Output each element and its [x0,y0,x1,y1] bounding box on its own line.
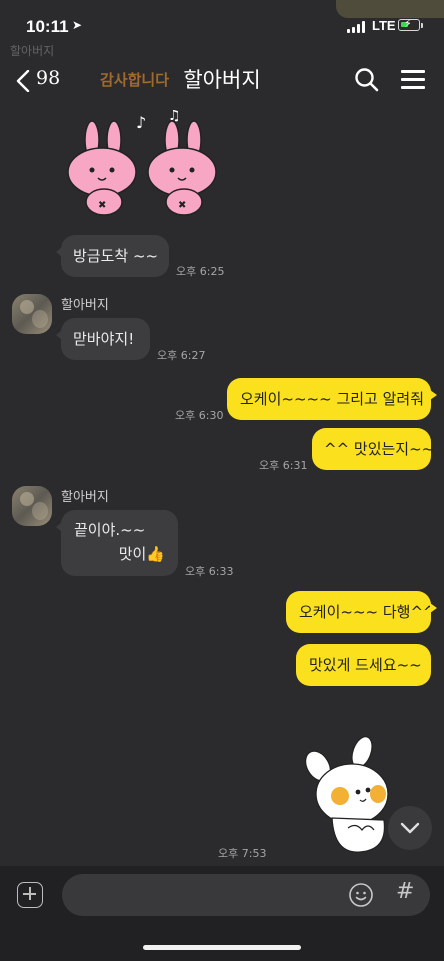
hash-button[interactable]: # [396,879,414,904]
chat-header: 할아버지 98 감사합니다 할아버지 [0,44,444,104]
avatar[interactable] [12,486,52,526]
chat-area[interactable]: ♪ ♫ ✖ ✖ 방금도착 ~~ 오후 6:25 할아버지 맏바야지! 오후 6:… [0,104,444,866]
input-bar: # [0,866,444,961]
message-line: 끝이야.~~ [74,521,146,539]
plus-icon[interactable] [17,882,43,908]
message-bubble-incoming[interactable]: 끝이야.~~ 맛이👍 [56,510,178,576]
message-bubble-outgoing[interactable]: 오케이~~~~ 그리고 알려줘 [227,378,437,420]
message-input[interactable] [62,874,430,916]
message-time: 오후 6:33 [185,565,234,578]
emoji-button[interactable] [348,882,374,908]
notification-banner-edge [336,0,444,18]
bunny-sticker[interactable]: ♪ ♫ ✖ ✖ [60,110,230,222]
emoji-icon [349,883,373,907]
location-arrow-icon: ➤ [72,18,83,32]
message-bubble-incoming[interactable]: 맏바야지! [56,318,150,360]
home-indicator [143,945,301,950]
header-overlay-sub: 할아버지 [10,44,55,58]
chevron-down-icon [400,822,420,834]
message-time: 오후 6:31 [259,459,308,472]
sender-name: 할아버지 [61,298,109,313]
hamburger-icon [401,70,425,73]
status-bar: 10:11 ➤ LTE ⚡ [0,0,444,54]
svg-text:✖: ✖ [98,200,106,211]
battery-icon: ⚡ [398,17,420,31]
menu-button[interactable] [400,68,426,90]
message-time: 오후 6:30 [175,409,224,422]
scroll-to-bottom-button[interactable] [388,806,432,850]
cellular-signal-icon [347,21,367,33]
sender-name: 할아버지 [61,490,109,505]
status-time: 10:11 [26,17,69,36]
svg-text:♪: ♪ [136,113,146,132]
avatar[interactable] [12,294,52,334]
search-icon [355,68,379,92]
message-time: 오후 6:25 [176,265,225,278]
message-bubble-outgoing[interactable]: 맛있게 드세요~~ [296,644,431,686]
message-time: 오후 7:53 [218,847,267,860]
message-line: 맛이👍 [118,545,165,563]
search-button[interactable] [354,67,380,93]
message-bubble-outgoing[interactable]: 오케이~~~ 다행^^ [286,591,437,633]
message-bubble-incoming[interactable]: 방금도착 ~~ [56,235,169,277]
message-time: 오후 6:27 [157,349,206,362]
message-bubble-outgoing[interactable]: ^^ 맛있는지~~ [312,428,434,470]
network-type: LTE [372,18,396,33]
battery-cap [421,23,423,28]
svg-text:✖: ✖ [178,200,186,211]
